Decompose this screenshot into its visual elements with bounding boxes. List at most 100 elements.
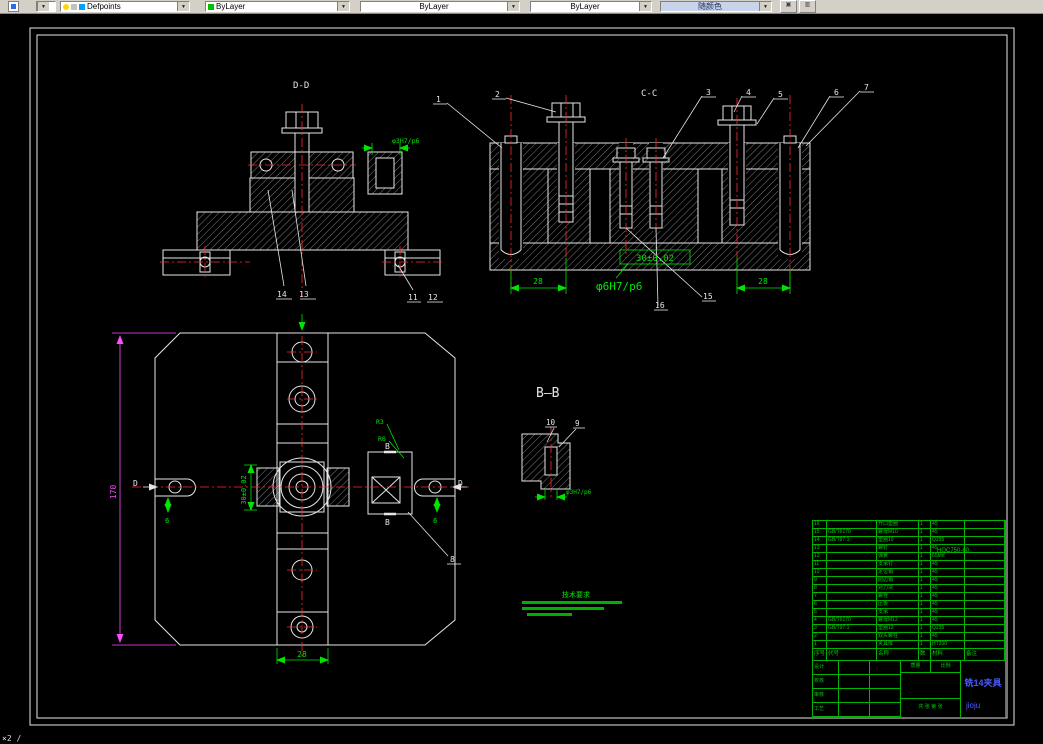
bom-row: 15 GB/T6170 螺母M10 1 45 bbox=[813, 529, 1005, 537]
bom-row: 4 GB/T6170 螺母M12 1 45 bbox=[813, 617, 1005, 625]
balloon-3: 3 bbox=[706, 88, 711, 97]
sign-label: 审核 bbox=[813, 689, 839, 703]
label-view-cc: C-C bbox=[641, 89, 657, 99]
balloon-8: 8 bbox=[450, 555, 455, 564]
bom-row: 14 GB/T97.1 垫圈10 1 Q235 bbox=[813, 537, 1005, 545]
color-value: ByLayer bbox=[216, 2, 246, 11]
layer-lock-icon bbox=[71, 3, 77, 10]
bom-header-qty: 数量 bbox=[919, 649, 931, 661]
bom-row: 11 支承钉 1 45 bbox=[813, 561, 1005, 569]
bom-header-name: 名称 bbox=[877, 649, 919, 661]
chevron-down-icon[interactable]: ▼ bbox=[639, 2, 651, 11]
chevron-down-icon[interactable]: ▼ bbox=[759, 2, 771, 11]
balloon-14: 14 bbox=[277, 290, 287, 299]
chevron-down-icon[interactable]: ▼ bbox=[507, 2, 519, 11]
drawing-title: 铣14夹具 bbox=[964, 678, 1002, 688]
bom-row: 6 压板 1 45 bbox=[813, 601, 1005, 609]
section-b-bottom: B bbox=[385, 518, 390, 527]
bom-header-mat: 材料 bbox=[931, 649, 965, 661]
dim-phi3-bb: φ3H7/p6 bbox=[566, 489, 592, 496]
plotstyle-dropdown[interactable]: 随颜色 ▼ bbox=[660, 1, 772, 12]
bom-row: 7 螺栓 1 45 bbox=[813, 593, 1005, 601]
sign-label: 校核 bbox=[813, 675, 839, 689]
view-b-b bbox=[521, 433, 571, 490]
dim-28-plan: 28 bbox=[297, 650, 307, 659]
layer-on-icon bbox=[63, 3, 69, 10]
lineweight-dropdown[interactable]: ByLayer ▼ bbox=[530, 1, 652, 12]
scale-label: 比例 bbox=[931, 661, 961, 673]
drawing-number: HQC750-60 bbox=[937, 548, 970, 554]
balloon-15: 15 bbox=[703, 292, 713, 301]
linetype-value: ByLayer bbox=[419, 2, 449, 11]
chevron-down-icon[interactable]: ▼ bbox=[37, 2, 49, 11]
dim-30-boxed: 30±0.02 bbox=[636, 254, 674, 264]
label-view-bb: B—B bbox=[536, 386, 560, 401]
bom-row: 8 对刀块 1 45 bbox=[813, 585, 1005, 593]
bom-row: 12 弹簧 1 65Mn bbox=[813, 553, 1005, 561]
view-c-c bbox=[489, 102, 811, 271]
balloon-5: 5 bbox=[778, 90, 783, 99]
dim-phi3-dd: φ3H7/p6 bbox=[392, 137, 419, 145]
section-d-left: D bbox=[133, 479, 138, 488]
layer-name: Defpoints bbox=[87, 2, 121, 11]
chevron-down-icon[interactable]: ▼ bbox=[337, 2, 349, 11]
balloon-13: 13 bbox=[299, 290, 309, 299]
dim-6-right: 6 bbox=[433, 517, 437, 525]
balloon-1: 1 bbox=[436, 95, 441, 104]
toolbar-button-1[interactable]: ▣ bbox=[780, 0, 797, 13]
sign-label: 设计 bbox=[813, 661, 839, 675]
command-line-text[interactable]: ×2 / bbox=[2, 734, 21, 743]
balloon-9: 9 bbox=[575, 419, 580, 428]
bom-row: 1 夹具体 1 HT200 bbox=[813, 641, 1005, 649]
balloon-10: 10 bbox=[546, 418, 556, 427]
dim-28-cc-left: 28 bbox=[533, 277, 543, 286]
balloon-2: 2 bbox=[495, 90, 500, 99]
signature-grid: 设计 校核 审核 工艺 bbox=[813, 661, 901, 717]
dim-6-left: 6 bbox=[165, 517, 169, 525]
layer-color-icon bbox=[79, 3, 85, 10]
bom-row: 2 双头螺柱 1 45 bbox=[813, 633, 1005, 641]
scale-mass-grid: 质量 比例 共 张 第 张 bbox=[901, 661, 961, 717]
bom-table: 16 开口垫圈 1 45 15 GB/T6170 螺母M10 1 45 14 GB/T97.1 垫圈1… bbox=[813, 521, 1005, 649]
toolbar-fragment bbox=[2, 1, 32, 12]
sign-label: 工艺 bbox=[813, 703, 839, 717]
chevron-down-icon[interactable]: ▼ bbox=[177, 2, 189, 11]
dim-170: 170 bbox=[109, 485, 118, 500]
dim-r3: R3 bbox=[376, 418, 384, 426]
bom-row: 3 GB/T97.1 垫圈12 1 Q235 bbox=[813, 625, 1005, 633]
tech-requirements bbox=[522, 601, 622, 616]
balloon-12: 12 bbox=[428, 293, 438, 302]
linetype-dropdown[interactable]: ByLayer ▼ bbox=[360, 1, 520, 12]
balloon-7: 7 bbox=[864, 83, 869, 92]
title-block-lower: 设计 校核 审核 工艺 质量 比例 共 张 第 张 铣14夹具 jioju bbox=[813, 661, 1005, 717]
bom-row: 13 螺钉 1 45 bbox=[813, 545, 1005, 553]
color-swatch-icon bbox=[208, 3, 214, 10]
section-b-top: B bbox=[385, 442, 390, 451]
tech-req-title: 技术要求 bbox=[562, 590, 590, 599]
bom-row: 5 支承 1 45 bbox=[813, 609, 1005, 617]
section-d-right: D bbox=[458, 479, 463, 488]
title-cell: 铣14夹具 jioju bbox=[961, 661, 1005, 717]
balloon-4: 4 bbox=[746, 88, 751, 97]
balloon-16: 16 bbox=[655, 301, 665, 310]
dim-phi6: φ6H7/p6 bbox=[596, 280, 642, 293]
toolbar-button-2[interactable]: ▥ bbox=[799, 0, 816, 13]
partial-dropdown[interactable]: ▼ bbox=[36, 1, 56, 12]
bom-header-code: 代号 bbox=[827, 649, 877, 661]
mass-label: 质量 bbox=[901, 661, 931, 673]
dim-30-plan: 30±0.02 bbox=[240, 475, 248, 505]
lineweight-value: ByLayer bbox=[570, 2, 600, 11]
bom-header-seq: 序号 bbox=[813, 649, 827, 661]
view-plan bbox=[154, 332, 456, 646]
color-dropdown[interactable]: ByLayer ▼ bbox=[205, 1, 350, 12]
bom-header-note: 备注 bbox=[965, 649, 1005, 661]
title-block: 16 开口垫圈 1 45 15 GB/T6170 螺母M10 1 45 14 GB/T97.1 垫圈1… bbox=[812, 520, 1006, 718]
layer-dropdown[interactable]: Defpoints ▼ bbox=[60, 1, 190, 12]
bom-header: 序号 代号 名称 数量 材料 备注 bbox=[813, 649, 1005, 661]
label-view-dd: D-D bbox=[293, 81, 309, 91]
balloon-6: 6 bbox=[834, 88, 839, 97]
plotstyle-value: 随颜色 bbox=[698, 2, 722, 11]
make-object-layer-icon[interactable] bbox=[8, 1, 19, 12]
bom-row: 10 定位销 1 45 bbox=[813, 569, 1005, 577]
toolbar: ▼ Defpoints ▼ ByLayer ▼ ByLayer ▼ ByLaye… bbox=[0, 0, 1043, 14]
